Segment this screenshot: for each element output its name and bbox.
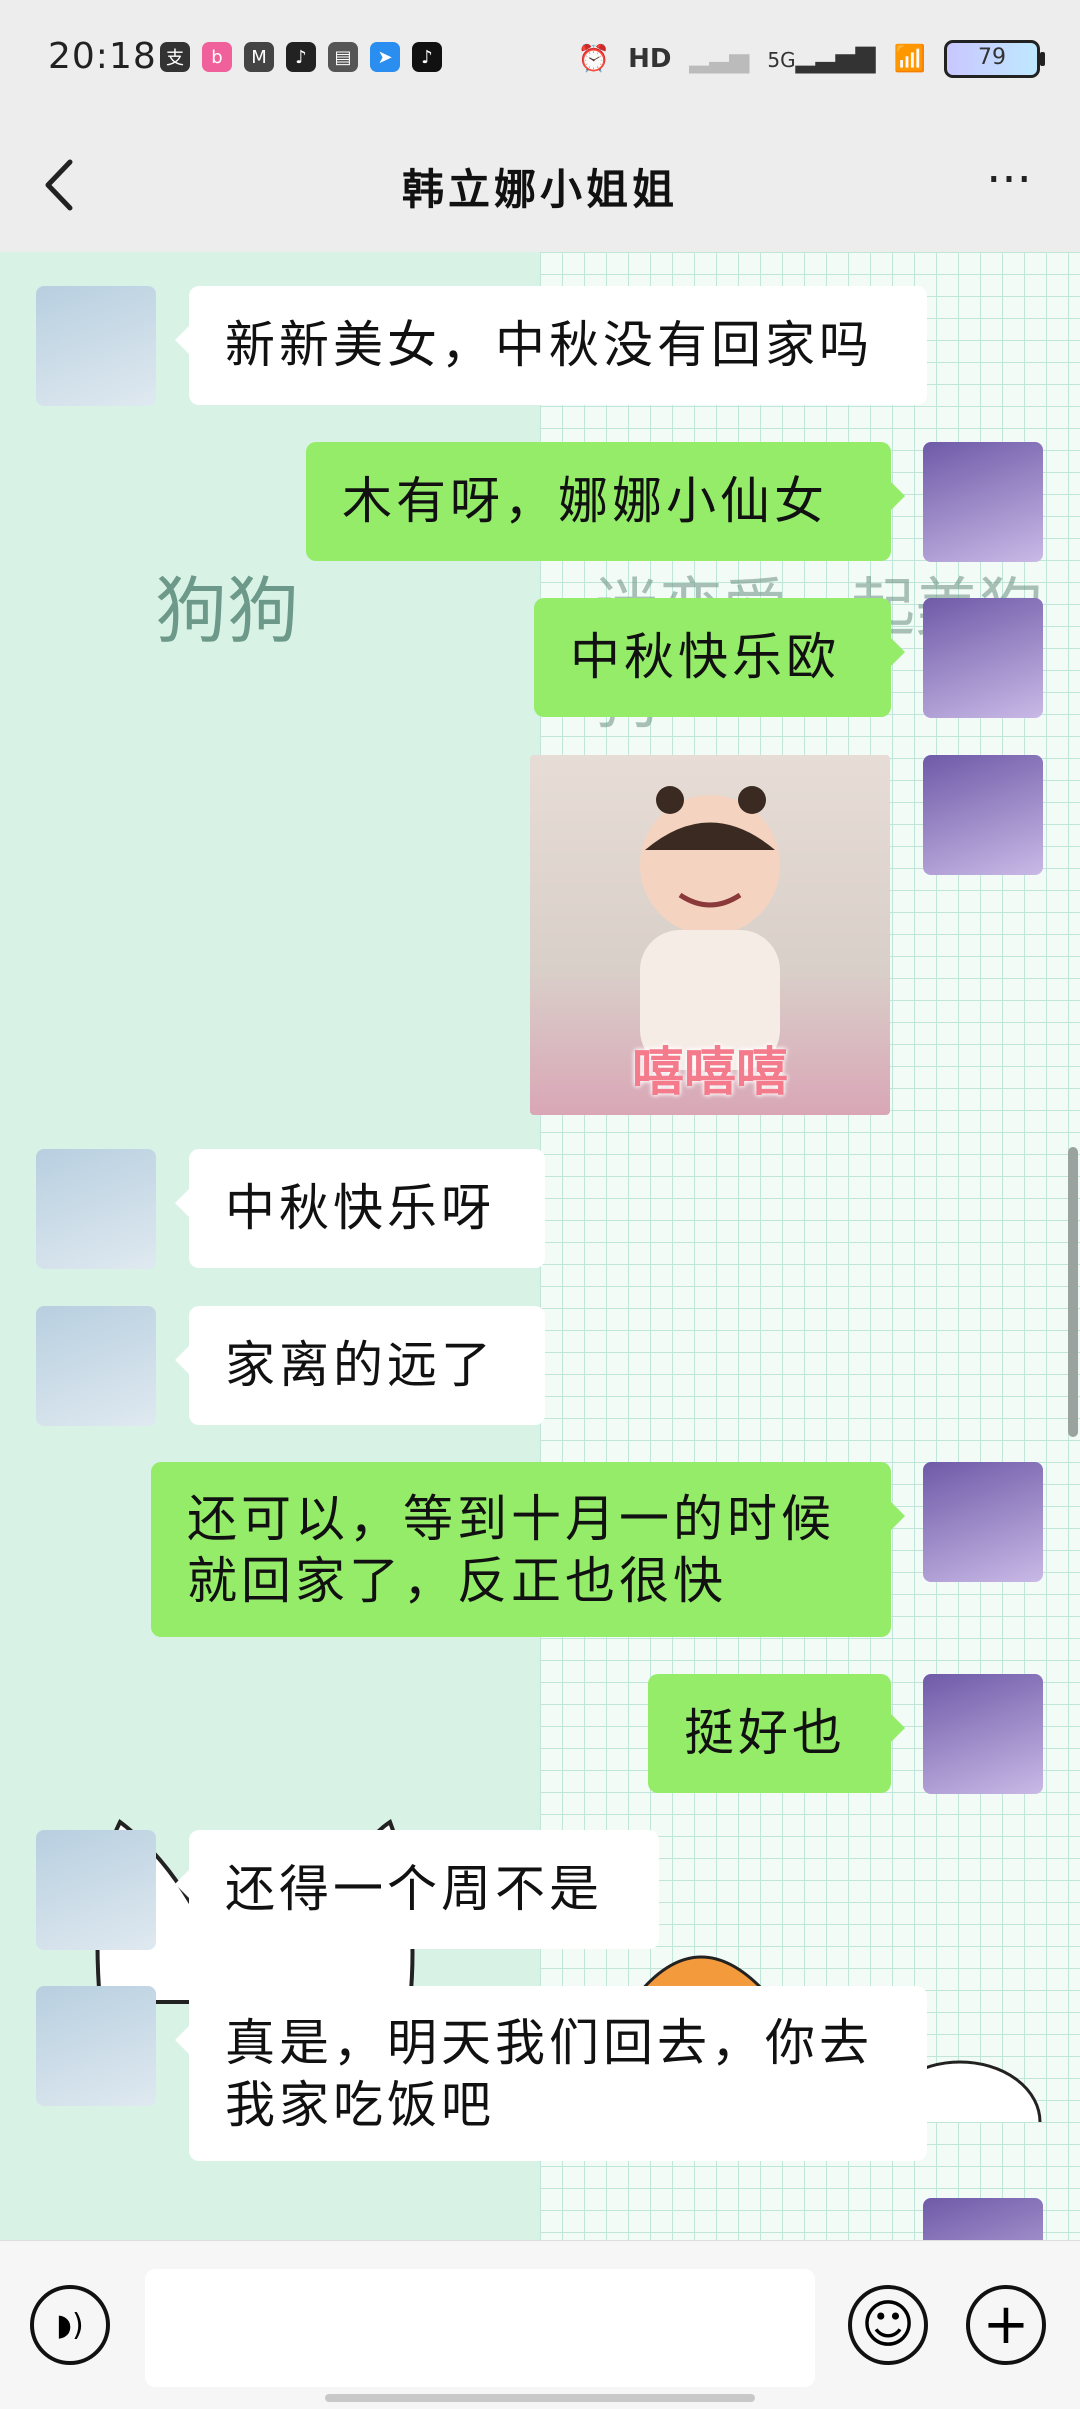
my-avatar[interactable] <box>923 1674 1043 1794</box>
alarm-icon: ⏰ <box>577 44 611 74</box>
emoji-button[interactable]: ☺ <box>848 2285 928 2365</box>
signal-icon: ▂▃▅ <box>689 44 750 74</box>
bilibili-icon: b <box>202 42 232 72</box>
status-time: 20:18 <box>48 36 157 77</box>
status-indicators: ⏰ HD ▂▃▅ 5G▂▃▅▇ 📶 79 <box>577 40 1045 78</box>
plus-icon: + <box>982 2292 1030 2357</box>
maps-icon: M <box>244 42 274 72</box>
my-avatar[interactable] <box>923 2198 1043 2240</box>
received-message[interactable]: 家离的远了 <box>175 1306 545 1425</box>
tiktok-icon: ♪ <box>286 42 316 72</box>
hd-icon: HD <box>628 44 672 74</box>
status-app-icons: 支 b M ♪ ▤ ➤ ♪ <box>160 42 442 72</box>
contact-avatar[interactable] <box>36 1986 156 2106</box>
chat-area[interactable]: 狗狗 迷恋爱一起美狗狗 新新美女，中秋没有回家吗 木有呀，娜娜小仙女 中秋快乐欧… <box>0 252 1080 2240</box>
background-text-left: 狗狗 <box>155 569 300 653</box>
emoji-icon: ☺ <box>860 2295 916 2355</box>
voice-input-button[interactable]: ◗) <box>30 2285 110 2365</box>
input-bar: ◗) ☺ + <box>0 2240 1080 2409</box>
alipay-icon: 支 <box>160 42 190 72</box>
sent-message[interactable]: 还可以，等到十月一的时候就回家了，反正也很快 <box>151 1462 905 1637</box>
battery-level: 79 <box>978 45 1006 70</box>
status-bar: 20:18 支 b M ♪ ▤ ➤ ♪ ⏰ HD ▂▃▅ 5G▂▃▅▇ 📶 79 <box>0 0 1080 120</box>
my-avatar[interactable] <box>923 755 1043 875</box>
received-message[interactable]: 中秋快乐呀 <box>175 1149 545 1268</box>
chat-header: 韩立娜小姐姐 ··· <box>0 120 1080 252</box>
tiktok-lite-icon: ♪ <box>412 42 442 72</box>
sent-message[interactable]: 挺好也 <box>648 1674 905 1793</box>
contact-avatar[interactable] <box>36 286 156 406</box>
voice-icon: ◗) <box>56 2307 84 2343</box>
more-functions-button[interactable]: + <box>966 2285 1046 2365</box>
my-avatar[interactable] <box>923 442 1043 562</box>
home-indicator[interactable] <box>325 2394 755 2402</box>
battery-icon: 79 <box>944 40 1045 78</box>
book-icon: ▤ <box>328 42 358 72</box>
network-icon: 5G▂▃▅▇ <box>767 44 876 74</box>
message-input[interactable] <box>145 2269 815 2387</box>
chat-title: 韩立娜小姐姐 <box>401 165 678 214</box>
more-options-button[interactable]: ··· <box>974 156 1044 210</box>
my-avatar[interactable] <box>923 598 1043 718</box>
my-avatar[interactable] <box>923 1462 1043 1582</box>
sent-message[interactable]: 木有呀，娜娜小仙女 <box>306 442 905 561</box>
contact-avatar[interactable] <box>36 1149 156 1269</box>
received-message[interactable]: 真是，明天我们回去，你去我家吃饭吧 <box>175 1986 927 2161</box>
chat-scrollbar[interactable] <box>1068 1147 1078 1437</box>
wifi-icon: 📶 <box>893 44 926 74</box>
network-label: 5G <box>767 48 796 72</box>
received-message[interactable]: 还得一个周不是 <box>175 1830 659 1949</box>
sent-message[interactable]: 中秋快乐欧 <box>534 598 905 717</box>
contact-avatar[interactable] <box>36 1306 156 1426</box>
contact-avatar[interactable] <box>36 1830 156 1950</box>
sent-image-sticker[interactable]: 嘻嘻嘻 <box>530 755 890 1115</box>
image-caption: 嘻嘻嘻 <box>631 1043 788 1103</box>
received-message[interactable]: 新新美女，中秋没有回家吗 <box>175 286 927 405</box>
telegram-icon: ➤ <box>370 42 400 72</box>
